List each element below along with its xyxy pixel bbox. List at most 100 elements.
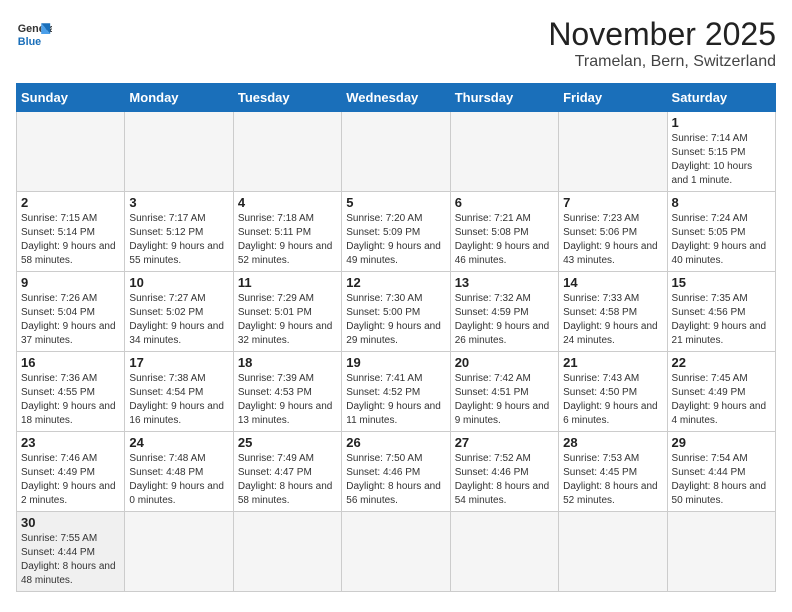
month-title: November 2025 bbox=[548, 16, 776, 53]
calendar-cell: 20 Sunrise: 7:42 AMSunset: 4:51 PMDayligh… bbox=[450, 352, 558, 432]
calendar-cell: 15 Sunrise: 7:35 AMSunset: 4:56 PMDayligh… bbox=[667, 272, 775, 352]
day-number: 12 bbox=[346, 275, 445, 290]
day-number: 4 bbox=[238, 195, 337, 210]
day-number: 20 bbox=[455, 355, 554, 370]
day-number: 26 bbox=[346, 435, 445, 450]
calendar-cell: 4 Sunrise: 7:18 AMSunset: 5:11 PMDaylight… bbox=[233, 192, 341, 272]
day-number: 24 bbox=[129, 435, 228, 450]
day-number: 22 bbox=[672, 355, 771, 370]
day-number: 11 bbox=[238, 275, 337, 290]
calendar-header-row: SundayMondayTuesdayWednesdayThursdayFrid… bbox=[17, 84, 776, 112]
day-number: 13 bbox=[455, 275, 554, 290]
day-info: Sunrise: 7:32 AMSunset: 4:59 PMDaylight:… bbox=[455, 292, 554, 348]
day-info: Sunrise: 7:18 AMSunset: 5:11 PMDaylight:… bbox=[238, 212, 337, 268]
day-header-thursday: Thursday bbox=[450, 84, 558, 112]
day-info: Sunrise: 7:23 AMSunset: 5:06 PMDaylight:… bbox=[563, 212, 662, 268]
day-info: Sunrise: 7:42 AMSunset: 4:51 PMDaylight:… bbox=[455, 372, 554, 428]
calendar-cell: 25Sunrise: 7:49 AMSunset: 4:47 PMDayligh… bbox=[233, 432, 341, 512]
calendar-cell: 28Sunrise: 7:53 AMSunset: 4:45 PMDayligh… bbox=[559, 432, 667, 512]
calendar-cell: 14 Sunrise: 7:33 AMSunset: 4:58 PMDayligh… bbox=[559, 272, 667, 352]
day-info: Sunrise: 7:26 AMSunset: 5:04 PMDaylight:… bbox=[21, 292, 120, 348]
day-number: 17 bbox=[129, 355, 228, 370]
day-info: Sunrise: 7:27 AMSunset: 5:02 PMDaylight:… bbox=[129, 292, 228, 348]
calendar-cell: 8 Sunrise: 7:24 AMSunset: 5:05 PMDaylight… bbox=[667, 192, 775, 272]
calendar-cell bbox=[342, 512, 450, 592]
calendar-cell bbox=[233, 512, 341, 592]
day-info: Sunrise: 7:30 AMSunset: 5:00 PMDaylight:… bbox=[346, 292, 445, 348]
calendar-cell: 18Sunrise: 7:39 AMSunset: 4:53 PMDayligh… bbox=[233, 352, 341, 432]
calendar-cell bbox=[450, 512, 558, 592]
calendar-cell: 7 Sunrise: 7:23 AMSunset: 5:06 PMDaylight… bbox=[559, 192, 667, 272]
calendar-cell: 5 Sunrise: 7:20 AMSunset: 5:09 PMDaylight… bbox=[342, 192, 450, 272]
day-info: Sunrise: 7:24 AMSunset: 5:05 PMDaylight:… bbox=[672, 212, 771, 268]
calendar-week-1: 2Sunrise: 7:15 AMSunset: 5:14 PMDaylight… bbox=[17, 192, 776, 272]
svg-text:Blue: Blue bbox=[18, 36, 41, 48]
day-number: 15 bbox=[672, 275, 771, 290]
day-number: 19 bbox=[346, 355, 445, 370]
day-info: Sunrise: 7:41 AMSunset: 4:52 PMDaylight:… bbox=[346, 372, 445, 428]
day-number: 7 bbox=[563, 195, 662, 210]
day-number: 21 bbox=[563, 355, 662, 370]
calendar-cell: 6Sunrise: 7:21 AMSunset: 5:08 PMDaylight… bbox=[450, 192, 558, 272]
calendar-cell: 9 Sunrise: 7:26 AMSunset: 5:04 PMDaylight… bbox=[17, 272, 125, 352]
calendar-week-2: 9 Sunrise: 7:26 AMSunset: 5:04 PMDaylight… bbox=[17, 272, 776, 352]
day-number: 14 bbox=[563, 275, 662, 290]
day-info: Sunrise: 7:33 AMSunset: 4:58 PMDaylight:… bbox=[563, 292, 662, 348]
header: General Blue November 2025 Tramelan, Ber… bbox=[16, 16, 776, 71]
calendar-cell: 30Sunrise: 7:55 AMSunset: 4:44 PMDayligh… bbox=[17, 512, 125, 592]
day-number: 23 bbox=[21, 435, 120, 450]
calendar-cell bbox=[342, 112, 450, 192]
logo: General Blue bbox=[16, 16, 52, 52]
calendar-cell: 3Sunrise: 7:17 AMSunset: 5:12 PMDaylight… bbox=[125, 192, 233, 272]
day-info: Sunrise: 7:45 AMSunset: 4:49 PMDaylight:… bbox=[672, 372, 771, 428]
day-info: Sunrise: 7:48 AMSunset: 4:48 PMDaylight:… bbox=[129, 452, 228, 508]
day-number: 6 bbox=[455, 195, 554, 210]
logo-icon: General Blue bbox=[16, 16, 52, 52]
day-number: 29 bbox=[672, 435, 771, 450]
location-title: Tramelan, Bern, Switzerland bbox=[548, 53, 776, 71]
calendar-week-4: 23 Sunrise: 7:46 AMSunset: 4:49 PMDayligh… bbox=[17, 432, 776, 512]
day-number: 1 bbox=[672, 115, 771, 130]
day-header-tuesday: Tuesday bbox=[233, 84, 341, 112]
day-header-wednesday: Wednesday bbox=[342, 84, 450, 112]
day-number: 10 bbox=[129, 275, 228, 290]
calendar-cell: 12 Sunrise: 7:30 AMSunset: 5:00 PMDayligh… bbox=[342, 272, 450, 352]
calendar-cell bbox=[667, 512, 775, 592]
calendar-cell bbox=[17, 112, 125, 192]
day-header-monday: Monday bbox=[125, 84, 233, 112]
calendar-table: SundayMondayTuesdayWednesdayThursdayFrid… bbox=[16, 83, 776, 592]
day-info: Sunrise: 7:54 AMSunset: 4:44 PMDaylight:… bbox=[672, 452, 771, 508]
day-info: Sunrise: 7:39 AMSunset: 4:53 PMDaylight:… bbox=[238, 372, 337, 428]
calendar-week-0: 1 Sunrise: 7:14 AMSunset: 5:15 PMDaylight… bbox=[17, 112, 776, 192]
day-info: Sunrise: 7:15 AMSunset: 5:14 PMDaylight:… bbox=[21, 212, 120, 268]
calendar-cell: 29 Sunrise: 7:54 AMSunset: 4:44 PMDayligh… bbox=[667, 432, 775, 512]
day-number: 16 bbox=[21, 355, 120, 370]
calendar-cell bbox=[559, 112, 667, 192]
day-header-friday: Friday bbox=[559, 84, 667, 112]
day-number: 8 bbox=[672, 195, 771, 210]
day-info: Sunrise: 7:14 AMSunset: 5:15 PMDaylight:… bbox=[672, 132, 771, 188]
day-info: Sunrise: 7:43 AMSunset: 4:50 PMDaylight:… bbox=[563, 372, 662, 428]
day-info: Sunrise: 7:50 AMSunset: 4:46 PMDaylight:… bbox=[346, 452, 445, 508]
day-info: Sunrise: 7:38 AMSunset: 4:54 PMDaylight:… bbox=[129, 372, 228, 428]
calendar-cell: 17 Sunrise: 7:38 AMSunset: 4:54 PMDayligh… bbox=[125, 352, 233, 432]
day-info: Sunrise: 7:46 AMSunset: 4:49 PMDaylight:… bbox=[21, 452, 120, 508]
title-block: November 2025 Tramelan, Bern, Switzerlan… bbox=[548, 16, 776, 71]
day-number: 28 bbox=[563, 435, 662, 450]
day-info: Sunrise: 7:36 AMSunset: 4:55 PMDaylight:… bbox=[21, 372, 120, 428]
day-number: 27 bbox=[455, 435, 554, 450]
day-header-saturday: Saturday bbox=[667, 84, 775, 112]
day-info: Sunrise: 7:35 AMSunset: 4:56 PMDaylight:… bbox=[672, 292, 771, 348]
calendar-week-3: 16 Sunrise: 7:36 AMSunset: 4:55 PMDayligh… bbox=[17, 352, 776, 432]
calendar-cell: 22 Sunrise: 7:45 AMSunset: 4:49 PMDayligh… bbox=[667, 352, 775, 432]
calendar-cell bbox=[233, 112, 341, 192]
day-info: Sunrise: 7:20 AMSunset: 5:09 PMDaylight:… bbox=[346, 212, 445, 268]
day-number: 9 bbox=[21, 275, 120, 290]
calendar-cell: 16 Sunrise: 7:36 AMSunset: 4:55 PMDayligh… bbox=[17, 352, 125, 432]
day-number: 5 bbox=[346, 195, 445, 210]
calendar-cell bbox=[450, 112, 558, 192]
day-info: Sunrise: 7:29 AMSunset: 5:01 PMDaylight:… bbox=[238, 292, 337, 348]
calendar-cell: 23 Sunrise: 7:46 AMSunset: 4:49 PMDayligh… bbox=[17, 432, 125, 512]
calendar-cell: 1 Sunrise: 7:14 AMSunset: 5:15 PMDaylight… bbox=[667, 112, 775, 192]
calendar-cell: 26 Sunrise: 7:50 AMSunset: 4:46 PMDayligh… bbox=[342, 432, 450, 512]
